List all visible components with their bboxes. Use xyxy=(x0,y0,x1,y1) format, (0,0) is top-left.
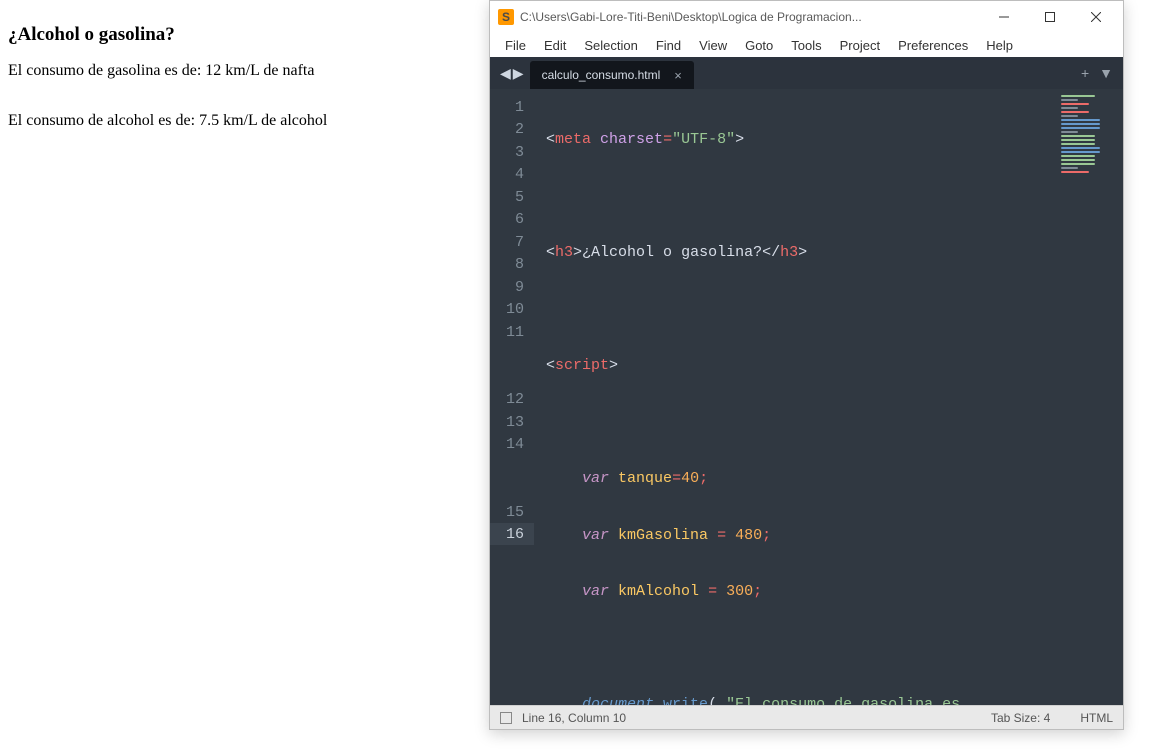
code-line xyxy=(534,412,1055,435)
status-language[interactable]: HTML xyxy=(1080,711,1113,725)
line-number: 10 xyxy=(490,298,534,321)
line-number: 15 xyxy=(490,500,534,523)
tab-menu-icon[interactable]: ▼ xyxy=(1099,65,1113,81)
line-number: 8 xyxy=(490,253,534,276)
line-number: 1 xyxy=(490,95,534,118)
menu-bar: File Edit Selection Find View Goto Tools… xyxy=(490,33,1123,57)
line-number xyxy=(490,455,534,478)
code-line xyxy=(534,638,1055,661)
minimap[interactable] xyxy=(1055,89,1123,705)
code-line: <h3>¿Alcohol o gasolina?</h3> xyxy=(534,242,1055,265)
menu-selection[interactable]: Selection xyxy=(575,36,646,55)
menu-find[interactable]: Find xyxy=(647,36,690,55)
line-number xyxy=(490,478,534,501)
line-number: 5 xyxy=(490,185,534,208)
tab-forward-icon[interactable]: ▶ xyxy=(513,65,524,82)
menu-project[interactable]: Project xyxy=(831,36,889,55)
menu-goto[interactable]: Goto xyxy=(736,36,782,55)
tab-history-nav: ◀ ▶ xyxy=(494,65,530,82)
code-editor[interactable]: <meta charset="UTF-8"> <h3>¿Alcohol o ga… xyxy=(534,89,1055,705)
status-indent[interactable]: Tab Size: 4 xyxy=(991,711,1050,725)
sublime-logo-icon: S xyxy=(498,9,514,25)
status-toggle-icon[interactable] xyxy=(500,712,512,724)
status-cursor-pos: Line 16, Column 10 xyxy=(522,711,626,725)
code-line: <meta charset="UTF-8"> xyxy=(534,129,1055,152)
tab-strip: ◀ ▶ calculo_consumo.html × + ▼ xyxy=(490,57,1123,89)
editor-area: 1 2 3 4 5 6 7 8 9 10 11 12 13 14 15 16 <… xyxy=(490,89,1123,705)
tab-close-icon[interactable]: × xyxy=(674,68,682,83)
line-number xyxy=(490,343,534,366)
tab-active[interactable]: calculo_consumo.html × xyxy=(530,61,694,89)
line-number: 4 xyxy=(490,163,534,186)
window-minimize-button[interactable] xyxy=(981,1,1027,33)
line-number: 3 xyxy=(490,140,534,163)
line-gutter[interactable]: 1 2 3 4 5 6 7 8 9 10 11 12 13 14 15 16 xyxy=(490,89,534,705)
line-number: 13 xyxy=(490,410,534,433)
code-line xyxy=(534,186,1055,209)
code-line: var kmGasolina = 480; xyxy=(534,525,1055,548)
code-line: var tanque=40; xyxy=(534,468,1055,491)
line-number: 16 xyxy=(490,523,534,546)
line-number: 11 xyxy=(490,320,534,343)
menu-tools[interactable]: Tools xyxy=(782,36,830,55)
window-title: C:\Users\Gabi-Lore-Titi-Beni\Desktop\Log… xyxy=(520,10,981,24)
line-number xyxy=(490,365,534,388)
sublime-window: S C:\Users\Gabi-Lore-Titi-Beni\Desktop\L… xyxy=(489,0,1124,730)
menu-file[interactable]: File xyxy=(496,36,535,55)
line-number: 9 xyxy=(490,275,534,298)
minimize-icon xyxy=(999,12,1009,22)
maximize-icon xyxy=(1045,12,1055,22)
tab-back-icon[interactable]: ◀ xyxy=(500,65,511,82)
new-tab-icon[interactable]: + xyxy=(1081,65,1089,81)
tab-strip-right: + ▼ xyxy=(1081,65,1123,81)
menu-preferences[interactable]: Preferences xyxy=(889,36,977,55)
line-number: 2 xyxy=(490,118,534,141)
tab-label: calculo_consumo.html xyxy=(542,68,661,82)
menu-view[interactable]: View xyxy=(690,36,736,55)
window-close-button[interactable] xyxy=(1073,1,1119,33)
code-line xyxy=(534,299,1055,322)
minimap-preview xyxy=(1061,95,1117,175)
window-titlebar[interactable]: S C:\Users\Gabi-Lore-Titi-Beni\Desktop\L… xyxy=(490,1,1123,33)
close-icon xyxy=(1091,12,1101,22)
code-line: <script> xyxy=(534,355,1055,378)
code-line: document.write( "El consumo de gasolina … xyxy=(534,694,1055,705)
menu-help[interactable]: Help xyxy=(977,36,1022,55)
menu-edit[interactable]: Edit xyxy=(535,36,575,55)
line-number: 7 xyxy=(490,230,534,253)
line-number: 12 xyxy=(490,388,534,411)
window-maximize-button[interactable] xyxy=(1027,1,1073,33)
line-number: 14 xyxy=(490,433,534,456)
status-bar: Line 16, Column 10 Tab Size: 4 HTML xyxy=(490,705,1123,729)
code-line: var kmAlcohol = 300; xyxy=(534,581,1055,604)
window-controls xyxy=(981,1,1119,33)
line-number: 6 xyxy=(490,208,534,231)
